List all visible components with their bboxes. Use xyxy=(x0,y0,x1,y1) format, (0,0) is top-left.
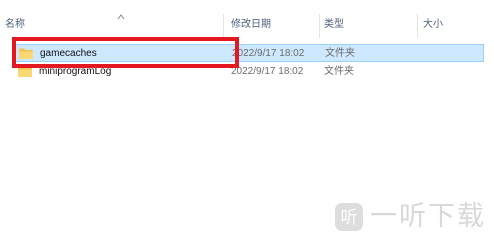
column-header: 名称 修改日期 类型 大小 xyxy=(0,14,494,38)
file-name: gamecaches xyxy=(40,48,97,59)
file-modified-date: 2022/9/17 18:02 xyxy=(232,48,305,59)
column-header-size[interactable]: 大小 xyxy=(423,14,483,36)
column-header-date[interactable]: 修改日期 xyxy=(231,14,319,36)
file-modified-date: 2022/9/17 18:02 xyxy=(231,66,304,77)
folder-icon xyxy=(19,48,33,59)
watermark-text: 一听下载 xyxy=(370,201,486,232)
watermark: 听 一听下载 xyxy=(334,200,486,234)
folder-icon xyxy=(18,66,32,77)
file-name: miniprogramLog xyxy=(39,66,112,77)
column-divider[interactable] xyxy=(417,14,418,38)
svg-text:听: 听 xyxy=(341,208,358,228)
yiting-logo: 听 xyxy=(335,203,363,231)
column-divider[interactable] xyxy=(223,14,224,38)
column-divider[interactable] xyxy=(319,14,320,38)
column-header-name[interactable]: 名称 xyxy=(5,14,223,36)
file-type: 文件夹 xyxy=(324,66,354,77)
file-row-miniprogramlog[interactable]: miniprogramLog 2022/9/17 18:02 文件夹 xyxy=(14,63,484,81)
file-row-gamecaches[interactable]: gamecaches 2022/9/17 18:02 文件夹 xyxy=(14,44,484,62)
column-header-type[interactable]: 类型 xyxy=(324,14,416,36)
file-type: 文件夹 xyxy=(325,48,355,59)
file-explorer-window: 名称 修改日期 类型 大小 gamecaches 2022/9/17 18:02… xyxy=(0,0,494,246)
